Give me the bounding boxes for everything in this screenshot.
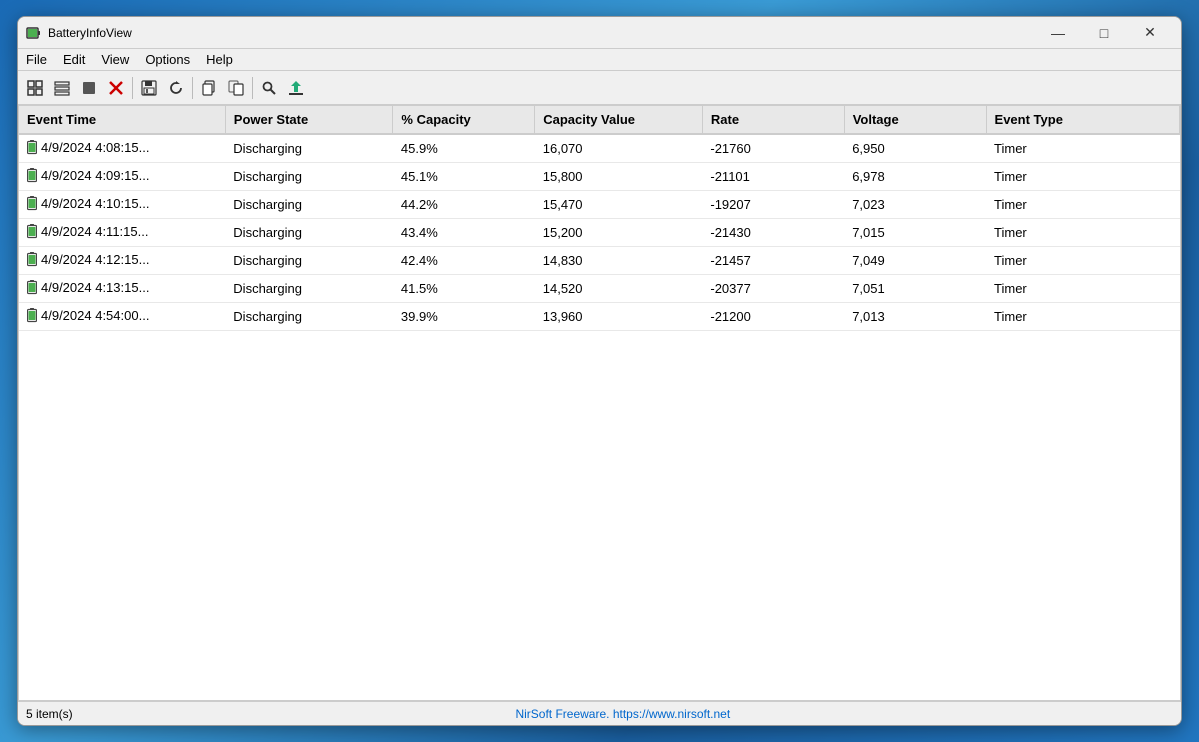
- cell-rate: -21760: [702, 134, 844, 163]
- cell-event-time: 4/9/2024 4:54:00...: [19, 303, 225, 331]
- data-table: Event Time Power State % Capacity Capaci…: [19, 106, 1180, 331]
- cell-event-type: Timer: [986, 247, 1179, 275]
- toolbar-separator-2: [192, 77, 193, 99]
- col-event-type[interactable]: Event Type: [986, 106, 1179, 134]
- cell-pct-capacity: 41.5%: [393, 275, 535, 303]
- cell-rate: -21430: [702, 219, 844, 247]
- cell-pct-capacity: 45.1%: [393, 163, 535, 191]
- table-row[interactable]: 4/9/2024 4:13:15... Discharging41.5%14,5…: [19, 275, 1180, 303]
- menu-view[interactable]: View: [93, 50, 137, 69]
- status-bar: 5 item(s) NirSoft Freeware. https://www.…: [18, 701, 1181, 725]
- cell-voltage: 7,049: [844, 247, 986, 275]
- cell-power-state: Discharging: [225, 275, 393, 303]
- cell-power-state: Discharging: [225, 247, 393, 275]
- table-row[interactable]: 4/9/2024 4:54:00... Discharging39.9%13,9…: [19, 303, 1180, 331]
- cell-event-time: 4/9/2024 4:11:15...: [19, 219, 225, 247]
- main-window: BatteryInfoView — □ ✕ File Edit View Opt…: [17, 16, 1182, 726]
- cell-voltage: 7,023: [844, 191, 986, 219]
- cell-pct-capacity: 43.4%: [393, 219, 535, 247]
- cell-voltage: 7,015: [844, 219, 986, 247]
- cell-event-type: Timer: [986, 191, 1179, 219]
- title-bar-left: BatteryInfoView: [26, 25, 132, 41]
- cell-voltage: 7,013: [844, 303, 986, 331]
- cell-event-type: Timer: [986, 303, 1179, 331]
- window-title: BatteryInfoView: [48, 26, 132, 40]
- cell-capacity-value: 15,800: [535, 163, 703, 191]
- cell-power-state: Discharging: [225, 219, 393, 247]
- toolbar-table-btn[interactable]: [22, 75, 48, 101]
- cell-event-type: Timer: [986, 134, 1179, 163]
- cell-voltage: 7,051: [844, 275, 986, 303]
- cell-pct-capacity: 39.9%: [393, 303, 535, 331]
- cell-voltage: 6,950: [844, 134, 986, 163]
- cell-event-time: 4/9/2024 4:10:15...: [19, 191, 225, 219]
- cell-capacity-value: 14,520: [535, 275, 703, 303]
- menu-edit[interactable]: Edit: [55, 50, 93, 69]
- close-button[interactable]: ✕: [1127, 17, 1173, 49]
- table-row[interactable]: 4/9/2024 4:12:15... Discharging42.4%14,8…: [19, 247, 1180, 275]
- cell-capacity-value: 15,200: [535, 219, 703, 247]
- toolbar-copy-btn[interactable]: [196, 75, 222, 101]
- col-event-time[interactable]: Event Time: [19, 106, 225, 134]
- maximize-button[interactable]: □: [1081, 17, 1127, 49]
- cell-capacity-value: 16,070: [535, 134, 703, 163]
- cell-event-type: Timer: [986, 163, 1179, 191]
- toolbar-find-btn[interactable]: [256, 75, 282, 101]
- menu-bar: File Edit View Options Help: [18, 49, 1181, 71]
- toolbar-separator-3: [252, 77, 253, 99]
- table-header-row: Event Time Power State % Capacity Capaci…: [19, 106, 1180, 134]
- cell-rate: -20377: [702, 275, 844, 303]
- cell-pct-capacity: 44.2%: [393, 191, 535, 219]
- table-row[interactable]: 4/9/2024 4:09:15... Discharging45.1%15,8…: [19, 163, 1180, 191]
- toolbar-stop-btn[interactable]: [76, 75, 102, 101]
- toolbar-refresh-btn[interactable]: [163, 75, 189, 101]
- cell-rate: -19207: [702, 191, 844, 219]
- cell-pct-capacity: 45.9%: [393, 134, 535, 163]
- cell-power-state: Discharging: [225, 163, 393, 191]
- cell-rate: -21200: [702, 303, 844, 331]
- toolbar: [18, 71, 1181, 105]
- cell-voltage: 6,978: [844, 163, 986, 191]
- toolbar-copyall-btn[interactable]: [223, 75, 249, 101]
- cell-event-type: Timer: [986, 219, 1179, 247]
- table-row[interactable]: 4/9/2024 4:10:15... Discharging44.2%15,4…: [19, 191, 1180, 219]
- toolbar-save-btn[interactable]: [136, 75, 162, 101]
- cell-rate: -21101: [702, 163, 844, 191]
- minimize-button[interactable]: —: [1035, 17, 1081, 49]
- col-capacity-value[interactable]: Capacity Value: [535, 106, 703, 134]
- table-row[interactable]: 4/9/2024 4:08:15... Discharging45.9%16,0…: [19, 134, 1180, 163]
- toolbar-export-btn[interactable]: [283, 75, 309, 101]
- col-voltage[interactable]: Voltage: [844, 106, 986, 134]
- cell-event-time: 4/9/2024 4:12:15...: [19, 247, 225, 275]
- toolbar-separator-1: [132, 77, 133, 99]
- nirsoft-link[interactable]: NirSoft Freeware. https://www.nirsoft.ne…: [73, 707, 1173, 721]
- title-bar: BatteryInfoView — □ ✕: [18, 17, 1181, 49]
- cell-capacity-value: 13,960: [535, 303, 703, 331]
- cell-rate: -21457: [702, 247, 844, 275]
- cell-event-time: 4/9/2024 4:08:15...: [19, 134, 225, 163]
- cell-event-type: Timer: [986, 275, 1179, 303]
- col-rate[interactable]: Rate: [702, 106, 844, 134]
- cell-power-state: Discharging: [225, 134, 393, 163]
- cell-capacity-value: 15,470: [535, 191, 703, 219]
- cell-pct-capacity: 42.4%: [393, 247, 535, 275]
- title-buttons: — □ ✕: [1035, 17, 1173, 49]
- col-power-state[interactable]: Power State: [225, 106, 393, 134]
- cell-event-time: 4/9/2024 4:13:15...: [19, 275, 225, 303]
- toolbar-delete-btn[interactable]: [103, 75, 129, 101]
- toolbar-list-btn[interactable]: [49, 75, 75, 101]
- menu-options[interactable]: Options: [137, 50, 198, 69]
- cell-power-state: Discharging: [225, 303, 393, 331]
- content-area: Event Time Power State % Capacity Capaci…: [18, 105, 1181, 701]
- app-icon: [26, 25, 42, 41]
- cell-capacity-value: 14,830: [535, 247, 703, 275]
- menu-help[interactable]: Help: [198, 50, 241, 69]
- item-count: 5 item(s): [26, 707, 73, 721]
- col-pct-capacity[interactable]: % Capacity: [393, 106, 535, 134]
- cell-power-state: Discharging: [225, 191, 393, 219]
- cell-event-time: 4/9/2024 4:09:15...: [19, 163, 225, 191]
- table-row[interactable]: 4/9/2024 4:11:15... Discharging43.4%15,2…: [19, 219, 1180, 247]
- menu-file[interactable]: File: [18, 50, 55, 69]
